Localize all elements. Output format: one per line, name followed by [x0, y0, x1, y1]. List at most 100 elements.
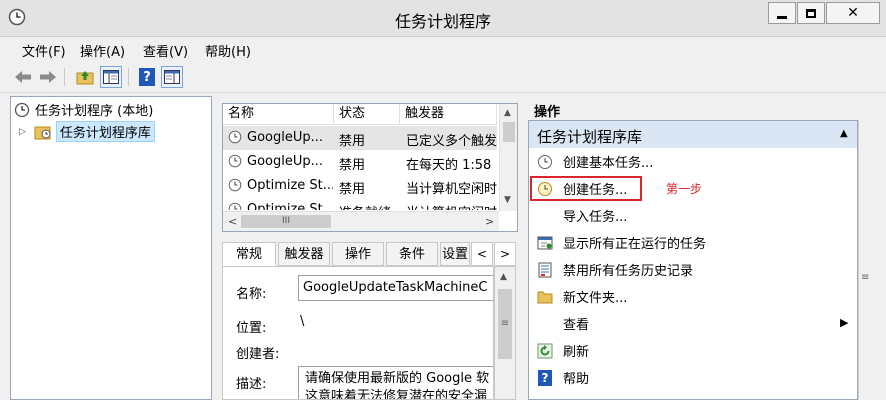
maximize-icon [806, 8, 816, 18]
task-name: Optimize St... [247, 178, 333, 193]
tab-actions[interactable]: 操作 [332, 242, 384, 266]
action-disable-history[interactable]: 禁用所有任务历史记录 [529, 256, 847, 283]
navigation-tree: 任务计划程序 (本地) ▷ 任务计划程序库 [10, 96, 212, 400]
action-new-folder[interactable]: 新文件夹... [529, 283, 847, 310]
actions-pane-header: 操作 [534, 105, 561, 120]
blank-icon [537, 208, 553, 224]
action-create-basic-task[interactable]: 创建基本任务... [529, 148, 847, 175]
tab-settings[interactable]: 设置 [440, 242, 470, 266]
toolbar-separator [128, 68, 129, 86]
scroll-up-icon[interactable]: ▲ [500, 272, 507, 282]
actions-pane: 操作 任务计划程序库 ▲ 创建基本任务... 创建任务... 第一步 导入任务.… [528, 96, 872, 400]
table-row[interactable]: GoogleUp... 禁用 已定义多个触发 [223, 126, 497, 150]
task-trigger: 在每天的 1:58 [406, 158, 492, 173]
collapse-icon[interactable]: ▲ [840, 128, 848, 139]
tab-scroll-right-button[interactable]: > [494, 242, 516, 266]
action-import-task[interactable]: 导入任务... [529, 202, 847, 229]
folder-clock-icon [34, 126, 51, 139]
description-label: 描述: [236, 377, 267, 392]
tree-item-scheduler-local[interactable]: 任务计划程序 (本地) [14, 99, 153, 120]
tree-label-library: 任务计划程序库 [55, 121, 155, 142]
menu-help[interactable]: 帮助(H) [205, 41, 251, 60]
action-show-running-tasks[interactable]: 显示所有正在运行的任务 [529, 229, 847, 256]
description-line: 请确保使用最新版的 Google 软 [305, 371, 490, 386]
task-name: GoogleUp... [247, 154, 324, 169]
scroll-thumb[interactable]: ≡ [498, 289, 512, 359]
submenu-arrow-icon: ▶ [840, 316, 849, 329]
task-list-vscrollbar[interactable]: ▲ ▼ [499, 104, 517, 211]
tree-item-task-library[interactable]: ▷ 任务计划程序库 [19, 121, 155, 142]
menu-bar: 文件(F) 操作(A) 查看(V) 帮助(H) [0, 37, 886, 61]
scroll-right-icon[interactable]: > [485, 215, 494, 228]
scroll-left-icon[interactable]: < [228, 215, 237, 228]
section-title: 任务计划程序库 [537, 128, 643, 146]
task-clock-icon [228, 178, 242, 192]
location-value: \ [300, 314, 305, 329]
task-status: 禁用 [339, 158, 366, 173]
forward-arrow-icon [40, 71, 56, 83]
close-button[interactable]: ✕ [826, 2, 880, 24]
task-status: 禁用 [339, 182, 366, 197]
tab-conditions[interactable]: 条件 [386, 242, 438, 266]
task-clock-icon [228, 130, 242, 144]
location-label: 位置: [236, 321, 267, 336]
forward-button[interactable] [37, 66, 59, 88]
task-status: 准备就绪 [339, 202, 399, 210]
tree-expand-icon[interactable]: ▷ [19, 127, 26, 137]
actions-vscrollbar[interactable]: ≡ [858, 120, 872, 400]
action-help[interactable]: ? 帮助 [529, 364, 847, 391]
scroll-down-icon[interactable]: ▼ [504, 195, 511, 205]
action-label: 显示所有正在运行的任务 [563, 237, 707, 252]
task-name-field[interactable]: GoogleUpdateTaskMachineC [298, 275, 493, 301]
task-name: GoogleUp... [247, 130, 324, 145]
action-view[interactable]: 查看 ▶ [529, 310, 849, 337]
show-hide-action-pane-button[interactable] [161, 66, 183, 88]
title-bar: 任务计划程序 ✕ [0, 0, 886, 37]
action-label: 帮助 [563, 372, 590, 387]
folder-icon [537, 289, 553, 305]
task-list-pane: 名称 状态 触发器 GoogleUp... 禁用 已定义多个触发 GoogleU… [222, 103, 518, 232]
action-label: 查看 [563, 318, 590, 333]
task-name: Optimize St... [247, 202, 333, 210]
minimize-icon [777, 15, 787, 19]
help-button[interactable]: ? [136, 66, 158, 88]
task-trigger: 已定义多个触发 [406, 134, 497, 149]
details-vscrollbar[interactable]: ▲ ≡ [494, 266, 516, 400]
back-button[interactable] [12, 66, 34, 88]
show-hide-pane-icon [103, 70, 119, 84]
scroll-grip-icon: ≡ [861, 272, 870, 283]
up-folder-button[interactable] [74, 66, 96, 88]
action-refresh[interactable]: 刷新 [529, 337, 847, 364]
action-pane-icon [164, 70, 180, 84]
scroll-thumb[interactable] [503, 122, 515, 142]
action-label: 导入任务... [563, 210, 628, 225]
scroll-up-icon[interactable]: ▲ [504, 108, 511, 118]
tab-triggers[interactable]: 触发器 [278, 242, 330, 266]
task-list-hscrollbar[interactable]: < III > [223, 211, 499, 231]
column-header-name[interactable]: 名称 [223, 104, 334, 124]
tab-general[interactable]: 常规 [222, 242, 276, 266]
table-row[interactable]: Optimize St... 准备就绪 当计算机空闲时 [223, 198, 497, 210]
description-field[interactable]: 请确保使用最新版的 Google 软 这意味着无法修复潜在的安全漏 [298, 366, 493, 399]
maximize-button[interactable] [797, 2, 825, 24]
section-header[interactable]: 任务计划程序库 ▲ [529, 121, 857, 148]
hscroll-thumb[interactable]: III [241, 215, 331, 228]
help-icon: ? [139, 68, 155, 86]
menu-action[interactable]: 操作(A) [80, 41, 125, 60]
details-pane: 常规 触发器 操作 条件 设置 < > 名称: GoogleUpdateTask… [222, 242, 518, 400]
menu-view[interactable]: 查看(V) [143, 41, 188, 60]
toolbar-separator [64, 68, 65, 86]
annotation-text: 第一步 [666, 182, 703, 196]
menu-file[interactable]: 文件(F) [22, 41, 66, 60]
action-label: 新文件夹... [563, 291, 628, 306]
minimize-button[interactable] [768, 2, 796, 24]
history-icon [537, 262, 553, 278]
close-icon: ✕ [847, 5, 859, 21]
tab-scroll-left-button[interactable]: < [471, 242, 493, 266]
table-row[interactable]: GoogleUp... 禁用 在每天的 1:58 [223, 150, 497, 174]
column-header-status[interactable]: 状态 [334, 104, 400, 124]
column-header-trigger[interactable]: 触发器 [400, 104, 497, 124]
show-hide-tree-button[interactable] [100, 66, 122, 88]
table-row[interactable]: Optimize St... 禁用 当计算机空闲时 [223, 174, 497, 198]
highlight-box [530, 176, 642, 201]
